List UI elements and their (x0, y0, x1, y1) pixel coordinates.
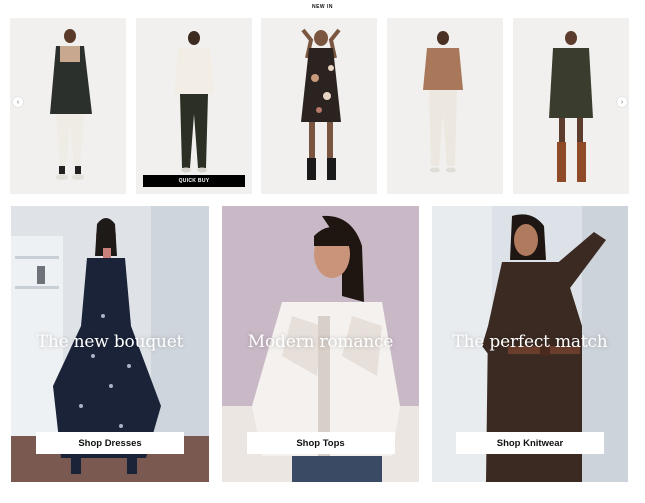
chevron-right-icon: › (620, 98, 624, 106)
banner-heading: Modern romance (247, 332, 394, 352)
product-card[interactable] (261, 18, 377, 194)
product-card[interactable] (10, 18, 126, 194)
product-image (50, 29, 92, 180)
product-image (301, 28, 341, 180)
shop-dresses-button[interactable]: Shop Dresses (36, 432, 184, 454)
product-image (549, 31, 593, 182)
product-card[interactable]: QUICK BUY (136, 18, 252, 194)
product-card[interactable] (387, 18, 503, 194)
section-title: NEW IN (311, 4, 334, 10)
promo-banner[interactable]: Modern romance Shop Tops (222, 206, 419, 482)
product-image (174, 31, 214, 173)
product-image (423, 31, 463, 173)
shop-knitwear-button[interactable]: Shop Knitwear (456, 432, 604, 454)
promo-banner[interactable]: The perfect match Shop Knitwear (432, 206, 628, 482)
shop-tops-button[interactable]: Shop Tops (246, 432, 395, 454)
carousel-prev-button[interactable]: ‹ (12, 96, 24, 108)
banner-heading: The new bouquet (36, 332, 184, 352)
carousel-next-button[interactable]: › (616, 96, 628, 108)
promo-banner[interactable]: The new bouquet Shop Dresses (11, 206, 209, 482)
banner-heading: The perfect match (452, 332, 608, 352)
product-card[interactable] (513, 18, 629, 194)
chevron-left-icon: ‹ (16, 98, 20, 106)
quick-buy-button[interactable]: QUICK BUY (143, 175, 245, 187)
product-carousel: QUICK BUY ‹ › (10, 18, 630, 194)
